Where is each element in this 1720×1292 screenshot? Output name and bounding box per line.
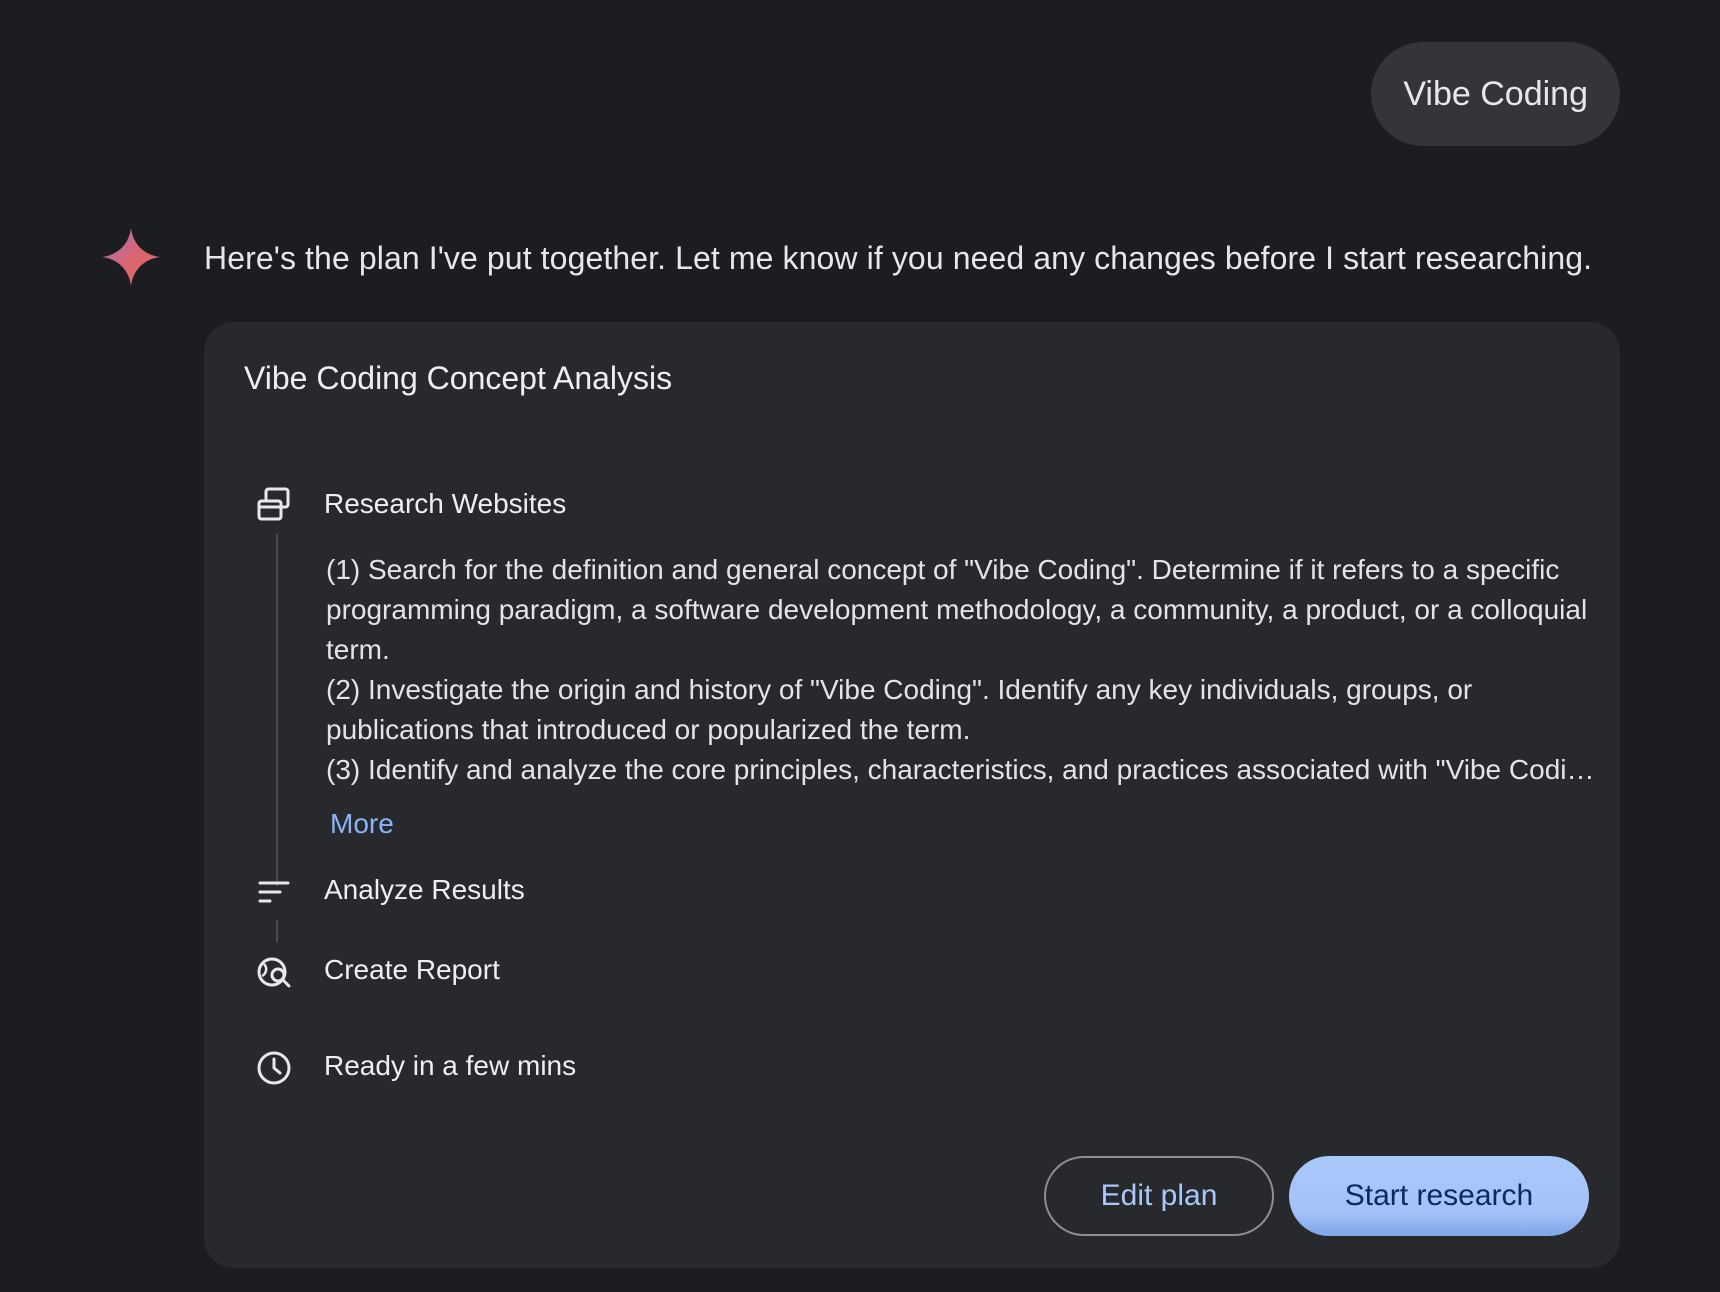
edit-plan-label: Edit plan [1100, 1179, 1218, 1212]
step-details: (1) Search for the definition and genera… [326, 550, 1596, 790]
clock-icon [257, 1051, 291, 1085]
user-message-text: Vibe Coding [1403, 74, 1588, 113]
chat-page: Vibe Coding Here's the plan I've put tog… [0, 0, 1720, 1292]
step-connector-line [276, 920, 278, 942]
sort-lines-icon [258, 881, 290, 903]
plan-title: Vibe Coding Concept Analysis [244, 360, 673, 396]
gemini-spark-icon [102, 228, 160, 286]
research-plan-card: Vibe Coding Concept Analysis Research We… [204, 322, 1620, 1268]
step-detail-item: (1) Search for the definition and genera… [326, 554, 1588, 665]
step-detail-item: (2) Investigate the origin and history o… [326, 674, 1473, 745]
more-link[interactable]: More [330, 808, 394, 840]
step-detail-item: (3) Identify and analyze the core princi… [326, 754, 1596, 785]
step-research-websites: Research Websites [324, 488, 567, 519]
start-research-label: Start research [1344, 1179, 1534, 1212]
globe-search-icon [257, 957, 291, 988]
user-message-bubble: Vibe Coding [1371, 42, 1620, 146]
start-research-button[interactable]: Start research [1289, 1156, 1589, 1236]
eta-label: Ready in a few mins [324, 1050, 577, 1081]
browser-windows-icon [257, 487, 290, 521]
assistant-intro-text: Here's the plan I've put together. Let m… [204, 240, 1593, 276]
step-connector-line [276, 534, 278, 886]
step-analyze-results: Analyze Results [324, 874, 525, 905]
edit-plan-button[interactable]: Edit plan [1044, 1156, 1274, 1236]
step-create-report: Create Report [324, 954, 500, 985]
